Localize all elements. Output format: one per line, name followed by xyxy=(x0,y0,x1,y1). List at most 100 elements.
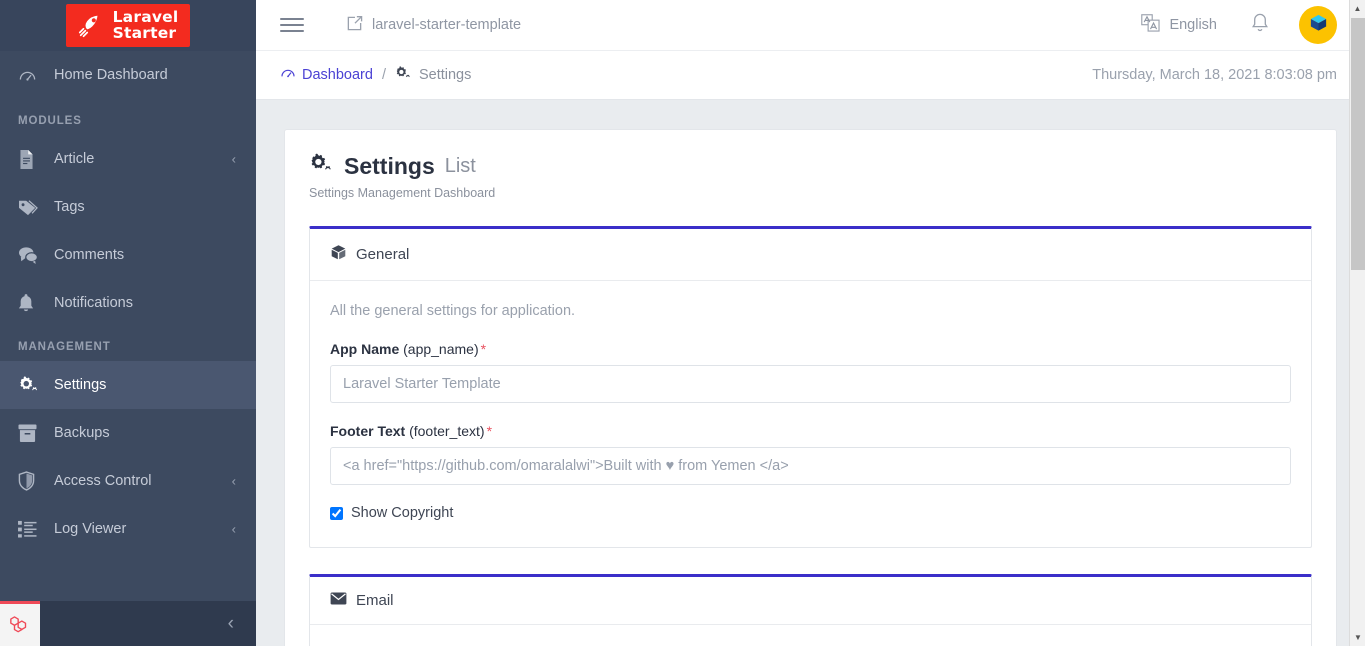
sidebar-item-label: Home Dashboard xyxy=(54,67,168,83)
content-area: Settings List Settings Management Dashbo… xyxy=(256,100,1365,646)
hamburger-icon[interactable] xyxy=(280,18,304,32)
sidebar-item-article[interactable]: Article ‹ xyxy=(0,135,256,183)
scroll-down-button[interactable]: ▼ xyxy=(1350,629,1365,646)
translate-icon xyxy=(1141,14,1160,36)
panel-email-title: Email xyxy=(356,592,394,609)
rocket-icon xyxy=(76,10,106,40)
field-label-key: (footer_text) xyxy=(409,423,484,439)
breadcrumb-item-label: Settings xyxy=(419,67,471,83)
brand-logo[interactable]: Laravel Starter xyxy=(0,0,256,51)
sidebar-item-label: Comments xyxy=(54,247,124,263)
gears-icon xyxy=(18,375,48,395)
list-icon xyxy=(18,520,48,538)
sidebar-item-access-control[interactable]: Access Control ‹ xyxy=(0,457,256,505)
sidebar-item-home-dashboard[interactable]: Home Dashboard xyxy=(0,51,256,99)
sidebar-item-label: Access Control xyxy=(54,473,152,489)
chevron-left-icon: ‹ xyxy=(232,153,236,166)
archive-icon xyxy=(18,424,48,442)
footer-text-input[interactable] xyxy=(330,447,1291,485)
panel-email-header: Email xyxy=(310,577,1311,625)
bell-icon xyxy=(18,294,48,313)
field-app-name-label: App Name (app_name)* xyxy=(330,341,1291,357)
dashboard-gauge-icon xyxy=(18,66,48,85)
brand-line-1: Laravel xyxy=(113,9,179,25)
panel-email-body xyxy=(310,625,1311,646)
sidebar-item-comments[interactable]: Comments xyxy=(0,231,256,279)
notifications-button[interactable] xyxy=(1251,13,1269,38)
sidebar-item-backups[interactable]: Backups xyxy=(0,409,256,457)
required-marker: * xyxy=(487,423,492,439)
sidebar-item-log-viewer[interactable]: Log Viewer ‹ xyxy=(0,505,256,553)
laravel-logo-icon[interactable] xyxy=(0,601,40,646)
language-switcher[interactable]: English xyxy=(1141,14,1217,36)
sidebar-item-label: Settings xyxy=(54,377,106,393)
brand-logo-box: Laravel Starter xyxy=(66,4,191,47)
show-copyright-checkbox[interactable] xyxy=(330,507,343,520)
field-app-name: App Name (app_name)* xyxy=(330,341,1291,403)
site-link-label: laravel-starter-template xyxy=(372,17,521,33)
sidebar-item-label: Tags xyxy=(54,199,85,215)
breadcrumb-item-label: Dashboard xyxy=(302,67,373,83)
field-footer-text: Footer Text (footer_text)* xyxy=(330,423,1291,485)
topbar-right: English xyxy=(1141,6,1365,44)
breadcrumb-item-settings: Settings xyxy=(395,65,471,85)
brand-text: Laravel Starter xyxy=(113,9,179,41)
chevron-left-icon: ‹ xyxy=(232,523,236,536)
envelope-icon xyxy=(330,592,347,609)
shield-icon xyxy=(18,471,48,491)
sidebar-collapse-button[interactable]: ‹ xyxy=(228,614,234,633)
panel-general-title: General xyxy=(356,246,409,263)
sidebar-heading-management: MANAGEMENT xyxy=(0,327,256,361)
cube-icon xyxy=(330,244,347,265)
sidebar-item-label: Notifications xyxy=(54,295,133,311)
app-name-input[interactable] xyxy=(330,365,1291,403)
breadcrumb-list: Dashboard / Settings xyxy=(280,65,471,85)
comments-icon xyxy=(18,246,48,264)
sidebar-item-settings[interactable]: Settings xyxy=(0,361,256,409)
cube-avatar-icon xyxy=(1308,12,1329,38)
required-marker: * xyxy=(481,341,486,357)
external-link-icon xyxy=(346,15,363,36)
tag-icon xyxy=(18,198,48,216)
dashboard-gauge-icon xyxy=(280,65,296,85)
show-copyright-label[interactable]: Show Copyright xyxy=(351,505,453,521)
field-label-text: App Name xyxy=(330,341,399,357)
site-link[interactable]: laravel-starter-template xyxy=(346,15,521,36)
app-root: Laravel Starter Home Dashboard MODULES xyxy=(0,0,1365,646)
sidebar-item-label: Log Viewer xyxy=(54,521,126,537)
file-icon xyxy=(18,150,48,169)
sidebar-footer: ‹ xyxy=(0,601,256,646)
page-title: Settings List xyxy=(309,152,1312,181)
current-datetime: Thursday, March 18, 2021 8:03:08 pm xyxy=(1092,67,1337,83)
panel-general-header: General xyxy=(310,229,1311,281)
gears-icon xyxy=(395,65,412,85)
gears-icon xyxy=(309,152,334,181)
sidebar-heading-modules: MODULES xyxy=(0,99,256,135)
bell-icon xyxy=(1251,13,1269,38)
show-copyright-row: Show Copyright xyxy=(330,505,1291,521)
chevron-left-icon: ‹ xyxy=(232,475,236,488)
language-label: English xyxy=(1169,17,1217,33)
breadcrumb-item-dashboard[interactable]: Dashboard xyxy=(280,65,373,85)
scroll-up-button[interactable]: ▲ xyxy=(1350,0,1365,17)
sidebar-item-tags[interactable]: Tags xyxy=(0,183,256,231)
topbar: laravel-starter-template English xyxy=(256,0,1365,51)
sidebar-item-label: Backups xyxy=(54,425,110,441)
page-scrollbar[interactable]: ▲ ▼ xyxy=(1349,0,1365,646)
page-title-suffix: List xyxy=(445,155,476,178)
main-area: laravel-starter-template English xyxy=(256,0,1365,646)
brand-line-2: Starter xyxy=(113,25,179,41)
field-footer-text-label: Footer Text (footer_text)* xyxy=(330,423,1291,439)
avatar[interactable] xyxy=(1299,6,1337,44)
sidebar-item-label: Article xyxy=(54,151,94,167)
sidebar-item-notifications[interactable]: Notifications xyxy=(0,279,256,327)
settings-page-card: Settings List Settings Management Dashbo… xyxy=(284,129,1337,646)
panel-general-description: All the general settings for application… xyxy=(330,303,1291,319)
breadcrumb-separator: / xyxy=(382,67,386,83)
scrollbar-thumb[interactable] xyxy=(1351,18,1365,270)
page-subtitle: Settings Management Dashboard xyxy=(309,186,1312,200)
panel-general-body: All the general settings for application… xyxy=(310,281,1311,547)
field-label-text: Footer Text xyxy=(330,423,405,439)
field-label-key: (app_name) xyxy=(403,341,479,357)
panel-email: Email xyxy=(309,574,1312,646)
